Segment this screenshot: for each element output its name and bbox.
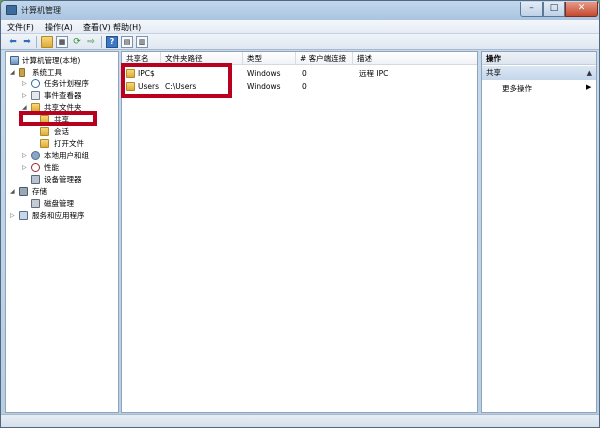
expanded-triangle-icon[interactable]: ◢ — [10, 67, 16, 78]
computer-icon — [10, 56, 19, 65]
computer-management-icon — [6, 5, 17, 15]
highlight-tree-shares-box — [19, 111, 97, 126]
properties-icon[interactable]: ▥ — [136, 36, 148, 48]
column-type[interactable]: 类型 — [243, 52, 296, 65]
expanded-triangle-icon[interactable]: ◢ — [10, 186, 16, 197]
collapsed-triangle-icon[interactable]: ▷ — [22, 78, 28, 89]
toolbar: ⬅ ➡ ▦ ⟳ ⇨ ? ▤ ▥ — [1, 34, 599, 50]
minimize-button[interactable]: – — [520, 2, 543, 17]
device-manager-icon — [31, 175, 40, 184]
open-files-icon — [40, 139, 49, 148]
collapsed-triangle-icon[interactable]: ▷ — [22, 150, 28, 161]
more-actions-link[interactable]: 更多操作 — [502, 83, 532, 94]
title-bar: 计算机管理 – □ ✕ — [1, 1, 599, 20]
window-title: 计算机管理 — [21, 6, 61, 15]
show-hide-tree-icon[interactable]: ▦ — [56, 36, 68, 48]
clock-icon — [31, 79, 40, 88]
status-bar — [1, 414, 599, 427]
menu-action[interactable]: 操作(A) — [45, 22, 73, 33]
maximize-button[interactable]: □ — [543, 2, 565, 17]
collapsed-triangle-icon[interactable]: ▷ — [22, 162, 28, 173]
column-description[interactable]: 描述 — [353, 52, 477, 65]
back-arrow-icon[interactable]: ⬅ — [7, 36, 19, 48]
folder-icon[interactable] — [41, 36, 53, 48]
forward-arrow-icon[interactable]: ➡ — [21, 36, 33, 48]
help-icon[interactable]: ? — [106, 36, 118, 48]
services-icon — [19, 211, 28, 220]
shares-list: 共享名 文件夹路径 类型 # 客户端连接 描述 IPC$ Windows 0 远… — [121, 51, 478, 413]
menu-view[interactable]: 查看(V) — [83, 22, 111, 33]
menu-help[interactable]: 帮助(H) — [113, 22, 141, 33]
computer-management-window: 计算机管理 – □ ✕ 文件(F) 操作(A) 查看(V) 帮助(H) ⬅ ➡ … — [0, 0, 600, 428]
sessions-icon — [40, 127, 49, 136]
menu-file[interactable]: 文件(F) — [7, 22, 34, 33]
actions-section-shares[interactable]: 共享 ▲ — [482, 66, 596, 80]
event-log-icon — [31, 91, 40, 100]
actions-header: 操作 — [482, 52, 596, 65]
menu-bar: 文件(F) 操作(A) 查看(V) 帮助(H) — [1, 20, 599, 34]
disk-icon — [31, 199, 40, 208]
storage-icon — [19, 187, 28, 196]
toolbar-separator — [101, 36, 102, 48]
collapsed-triangle-icon[interactable]: ▷ — [22, 90, 28, 101]
highlight-shares-box — [121, 63, 232, 98]
action-pane-icon[interactable]: ▤ — [121, 36, 133, 48]
tools-icon — [19, 68, 25, 77]
collapse-up-icon[interactable]: ▲ — [587, 66, 592, 80]
console-tree: 计算机管理(本地) ◢ 系统工具 ▷ 任务计划程序 ▷ 事件查看器 ◢ 共享文件… — [5, 51, 119, 413]
column-client-connections[interactable]: # 客户端连接 — [296, 52, 353, 65]
toolbar-separator — [36, 36, 37, 48]
collapsed-triangle-icon[interactable]: ▷ — [10, 210, 16, 221]
close-button[interactable]: ✕ — [565, 2, 598, 17]
performance-icon — [31, 163, 40, 172]
users-icon — [31, 151, 40, 160]
refresh-icon[interactable]: ⟳ — [71, 36, 83, 48]
submenu-arrow-icon: ▶ — [586, 83, 592, 91]
actions-section-label: 共享 — [486, 68, 501, 77]
actions-pane: 操作 共享 ▲ 更多操作 ▶ — [481, 51, 597, 413]
export-icon[interactable]: ⇨ — [85, 36, 97, 48]
